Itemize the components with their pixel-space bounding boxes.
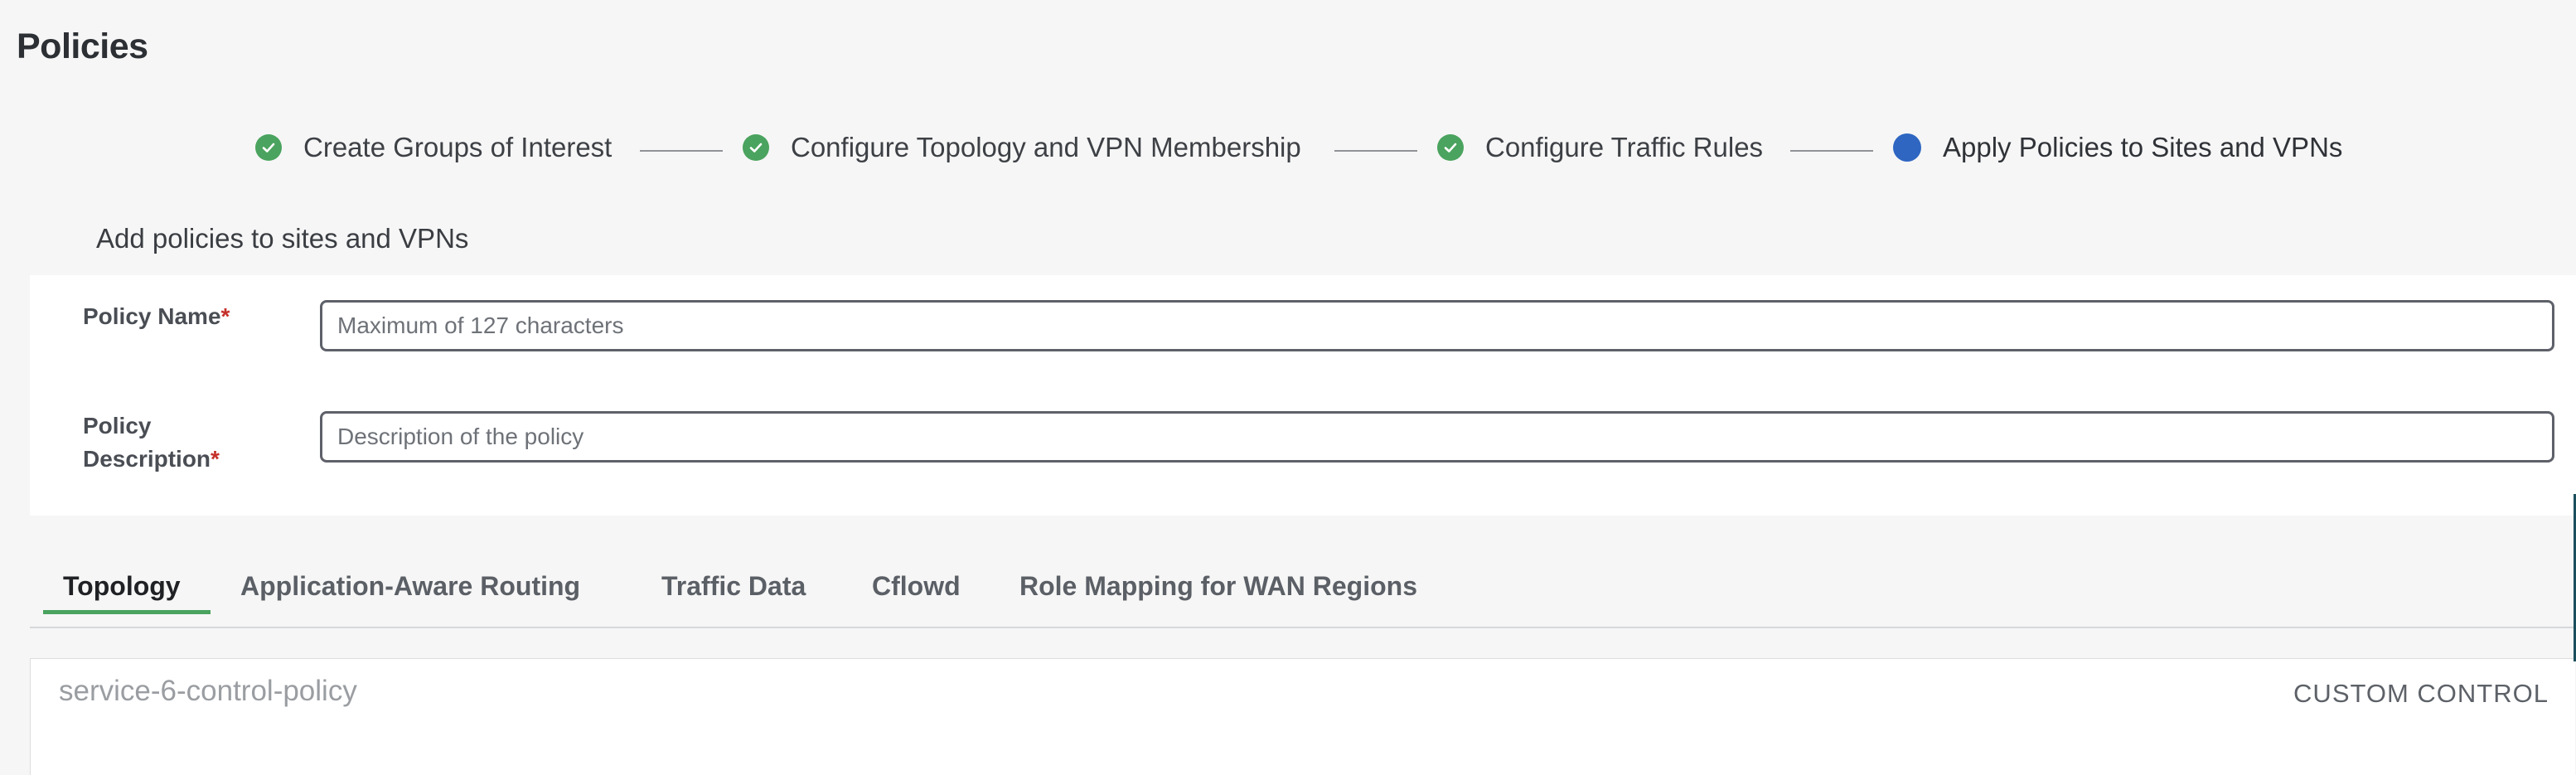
- step-connector: [1790, 150, 1873, 152]
- policy-description-label: Policy Description*: [83, 409, 220, 476]
- check-circle-icon: [255, 134, 282, 161]
- tab-role-mapping-wan-regions[interactable]: Role Mapping for WAN Regions: [1019, 557, 1417, 615]
- wizard-step-create-groups[interactable]: Create Groups of Interest: [255, 124, 612, 171]
- required-asterisk: *: [220, 303, 230, 329]
- policy-description-label-line1: Policy: [83, 413, 152, 438]
- wizard-step-label: Configure Topology and VPN Membership: [791, 132, 1301, 162]
- active-tab-indicator: [43, 610, 211, 614]
- policy-item-name: service-6-control-policy: [59, 675, 357, 707]
- step-connector: [640, 150, 723, 152]
- policy-form-panel: Policy Name* Policy Description*: [30, 275, 2576, 516]
- tabs-divider: [30, 627, 2576, 628]
- wizard-step-label: Apply Policies to Sites and VPNs: [1943, 132, 2343, 162]
- current-step-dot-icon: [1893, 133, 1921, 162]
- step-connector: [1334, 150, 1417, 152]
- policy-name-input[interactable]: [320, 300, 2554, 351]
- wizard-step-label: Configure Traffic Rules: [1485, 132, 1764, 162]
- policy-description-label-line2: Description: [83, 446, 211, 472]
- wizard-step-configure-traffic-rules[interactable]: Configure Traffic Rules: [1437, 124, 1763, 171]
- tab-topology[interactable]: Topology: [63, 557, 181, 615]
- check-circle-icon: [743, 134, 769, 161]
- wizard-step-apply-policies[interactable]: Apply Policies to Sites and VPNs: [1893, 124, 2342, 171]
- policy-description-input[interactable]: [320, 411, 2554, 463]
- wizard-step-configure-topology[interactable]: Configure Topology and VPN Membership: [743, 124, 1301, 171]
- page-title: Policies: [17, 27, 148, 66]
- policy-list-item[interactable]: service-6-control-policy CUSTOM CONTROL: [30, 658, 2575, 775]
- wizard-steps: Create Groups of Interest Configure Topo…: [0, 124, 2576, 171]
- tab-cflowd[interactable]: Cflowd: [872, 557, 961, 615]
- wizard-step-label: Create Groups of Interest: [303, 132, 613, 162]
- tab-application-aware-routing[interactable]: Application-Aware Routing: [240, 557, 580, 615]
- required-asterisk: *: [211, 446, 220, 472]
- section-heading: Add policies to sites and VPNs: [96, 223, 469, 254]
- policy-type-tabs: Topology Application-Aware Routing Traff…: [30, 557, 2576, 628]
- check-circle-icon: [1437, 134, 1464, 161]
- policy-name-label: Policy Name*: [83, 300, 230, 333]
- policy-item-type: CUSTOM CONTROL: [2293, 679, 2549, 708]
- policy-name-label-text: Policy Name: [83, 303, 221, 329]
- tab-traffic-data[interactable]: Traffic Data: [661, 557, 806, 615]
